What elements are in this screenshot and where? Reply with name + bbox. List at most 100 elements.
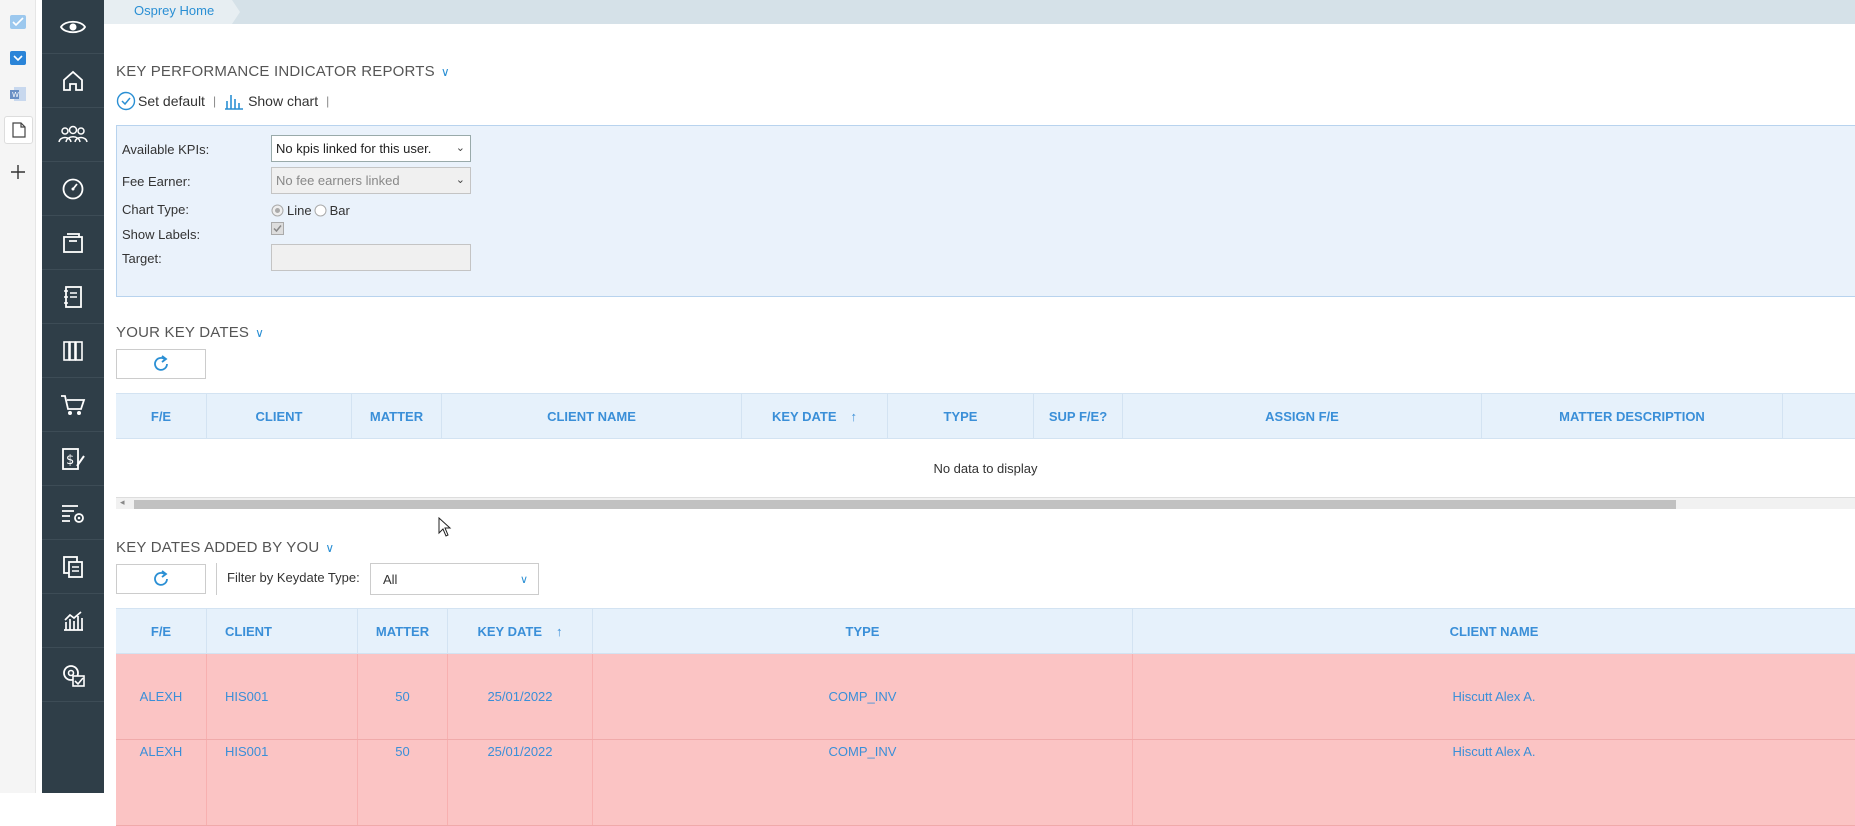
document-icon[interactable] [4, 116, 33, 144]
refresh-added-by-you-button[interactable] [116, 564, 206, 594]
col-client[interactable]: CLIENT [207, 394, 352, 438]
cart-icon[interactable] [42, 378, 104, 432]
chevron-down-icon: ∨ [519, 574, 528, 586]
refresh-key-dates-button[interactable] [116, 349, 206, 379]
col-type[interactable]: TYPE [888, 394, 1034, 438]
cell-client[interactable]: HIS001 [207, 654, 358, 739]
col-assign-fe[interactable]: ASSIGN F/E [1123, 394, 1482, 438]
fee-earner-value: No fee earners linked [276, 173, 400, 188]
chevron-down-icon: ⌄ [455, 142, 465, 154]
added-by-you-title[interactable]: KEY DATES ADDED BY YOU ∨ [116, 539, 334, 556]
col-key-date[interactable]: KEY DATE ↑ [742, 394, 888, 438]
your-key-dates-title[interactable]: YOUR KEY DATES ∨ [116, 324, 264, 341]
kpi-filter-panel: Available KPIs: No kpis linked for this … [116, 125, 1855, 297]
calendar-icon[interactable] [8, 48, 28, 68]
col-fe[interactable]: F/E [116, 394, 207, 438]
col-sup-fe[interactable]: SUP F/E? [1034, 394, 1123, 438]
library-icon[interactable] [42, 324, 104, 378]
cell-client-name[interactable]: Hiscutt Alex A. [1133, 740, 1855, 825]
eye-icon[interactable] [42, 0, 104, 54]
list-settings-icon[interactable] [42, 486, 104, 540]
archive-icon[interactable] [42, 216, 104, 270]
col-type[interactable]: TYPE [593, 609, 1133, 653]
show-labels-checkbox[interactable] [271, 222, 284, 240]
settings-check-icon[interactable] [42, 648, 104, 702]
target-label: Target: [122, 251, 162, 266]
dashboard-icon[interactable] [42, 162, 104, 216]
your-key-dates-title-text: YOUR KEY DATES [116, 324, 250, 341]
col-key-date-label: KEY DATE [477, 623, 543, 639]
home-icon[interactable] [42, 54, 104, 108]
bar-chart-icon[interactable] [224, 92, 244, 110]
cell-type[interactable]: COMP_INV [593, 654, 1133, 739]
breadcrumb-bar: Osprey Home [104, 0, 1855, 24]
added-by-you-header: F/E CLIENT MATTER KEY DATE ↑ TYPE CLIENT… [116, 608, 1855, 654]
people-icon[interactable] [42, 108, 104, 162]
add-icon[interactable] [8, 162, 28, 182]
app-strip: W [0, 0, 36, 793]
target-input[interactable] [271, 244, 471, 271]
analytics-icon[interactable] [42, 594, 104, 648]
filter-keydate-type-select[interactable]: All ∨ [370, 563, 539, 595]
cell-type[interactable]: COMP_INV [593, 740, 1133, 825]
chart-type-bar-radio[interactable] [314, 204, 327, 217]
check-circle-icon[interactable] [116, 91, 136, 111]
toolbar-divider [216, 563, 217, 595]
refresh-icon [151, 354, 171, 374]
set-default-button[interactable]: Set default [138, 93, 205, 109]
kpi-actions: Set default | Show chart | [116, 90, 337, 112]
main-sidebar: $ [42, 0, 104, 793]
col-fe[interactable]: F/E [116, 609, 207, 653]
mouse-cursor-icon [438, 516, 452, 542]
sort-ascending-icon: ↑ [850, 408, 858, 424]
cell-matter[interactable]: 50 [358, 740, 448, 825]
cell-fe[interactable]: ALEXH [116, 740, 207, 825]
word-icon[interactable]: W [8, 84, 28, 104]
contacts-book-icon[interactable] [42, 270, 104, 324]
chevron-down-icon[interactable]: ∨ [441, 65, 450, 79]
chevron-down-icon: ⌄ [455, 174, 465, 186]
fee-earner-select[interactable]: No fee earners linked ⌄ [271, 167, 471, 194]
kpi-title-text: KEY PERFORMANCE INDICATOR REPORTS [116, 63, 435, 80]
col-key-date[interactable]: KEY DATE ↑ [448, 609, 593, 653]
action-separator: | [212, 94, 217, 108]
cell-key-date[interactable]: 25/01/2022 [448, 654, 593, 739]
chart-type-line-label: Line [287, 203, 312, 218]
chart-type-line-radio[interactable] [271, 204, 284, 217]
cell-matter[interactable]: 50 [358, 654, 448, 739]
available-kpis-select[interactable]: No kpis linked for this user. ⌄ [271, 135, 471, 162]
scrollbar-thumb[interactable] [134, 500, 1676, 509]
col-client-name[interactable]: CLIENT NAME [442, 394, 742, 438]
empty-grid-message: No data to display [933, 460, 1038, 476]
show-chart-button[interactable]: Show chart [248, 93, 318, 109]
horizontal-scrollbar[interactable]: ◂ [116, 497, 1855, 509]
breadcrumb-home[interactable]: Osprey Home [104, 0, 240, 24]
col-key-date-label: KEY DATE [771, 408, 837, 424]
your-key-dates-header: F/E CLIENT MATTER CLIENT NAME KEY DATE ↑… [116, 393, 1855, 439]
col-matter-description[interactable]: MATTER DESCRIPTION [1482, 394, 1783, 438]
col-client-name[interactable]: CLIENT NAME [1133, 609, 1855, 653]
chevron-down-icon[interactable]: ∨ [325, 541, 334, 555]
col-client[interactable]: CLIENT [207, 609, 358, 653]
chart-type-label: Chart Type: [122, 202, 189, 217]
col-matter[interactable]: MATTER [352, 394, 442, 438]
cell-fe[interactable]: ALEXH [116, 654, 207, 739]
cell-client[interactable]: HIS001 [207, 740, 358, 825]
documents-icon[interactable] [42, 540, 104, 594]
filter-keydate-type-label: Filter by Keydate Type: [227, 570, 360, 585]
mail-check-icon[interactable] [8, 12, 28, 32]
col-matter[interactable]: MATTER [358, 609, 448, 653]
scroll-left-icon[interactable]: ◂ [120, 497, 125, 508]
cell-client-name[interactable]: Hiscutt Alex A. [1133, 654, 1855, 739]
refresh-icon [151, 569, 171, 589]
filter-keydate-type-value: All [383, 572, 398, 587]
billing-icon[interactable]: $ [42, 432, 104, 486]
fee-earner-label: Fee Earner: [122, 174, 191, 189]
kpi-section-title[interactable]: KEY PERFORMANCE INDICATOR REPORTS ∨ [116, 63, 450, 80]
table-row[interactable]: ALEXH HIS001 50 25/01/2022 COMP_INV Hisc… [116, 654, 1855, 740]
cell-key-date[interactable]: 25/01/2022 [448, 740, 593, 825]
svg-text:$: $ [66, 453, 74, 468]
table-row[interactable]: ALEXH HIS001 50 25/01/2022 COMP_INV Hisc… [116, 740, 1855, 826]
sort-ascending-icon: ↑ [556, 623, 563, 639]
chevron-down-icon[interactable]: ∨ [255, 326, 264, 340]
